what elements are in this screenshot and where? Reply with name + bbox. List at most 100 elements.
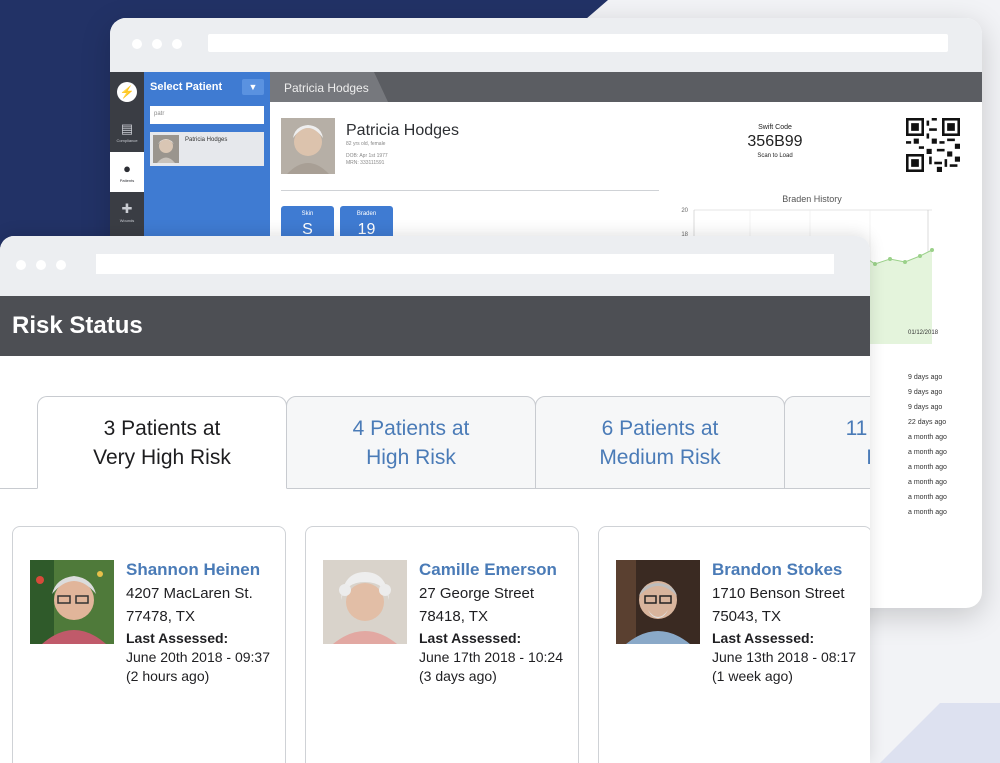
window-dot[interactable] — [56, 260, 66, 270]
tab-medium-risk[interactable]: 6 Patients at Medium Risk — [535, 396, 785, 489]
skin-chip-label: Skin — [301, 211, 314, 217]
patient-info: Brandon Stokes 1710 Benson Street 75043,… — [712, 558, 856, 686]
last-assessed-ago: (2 hours ago) — [126, 668, 210, 684]
braden-chart-title: Braden History — [782, 194, 842, 204]
patient-photo — [616, 560, 700, 644]
patient-photo — [30, 560, 114, 644]
patient-mrn: MRN: 333111591 — [346, 160, 385, 166]
patient-name-link[interactable]: Camille Emerson — [419, 558, 563, 582]
swift-code-label: Swift Code — [758, 124, 792, 131]
last-assessed-ago: (3 days ago) — [419, 668, 497, 684]
window-dot[interactable] — [16, 260, 26, 270]
patient-info: Shannon Heinen 4207 MacLaren St. 77478, … — [126, 558, 270, 686]
time-ago-item: 9 days ago — [908, 389, 943, 396]
window-controls — [132, 39, 182, 49]
avatar — [153, 135, 179, 163]
tab-label-line1: 4 Patients at — [352, 416, 470, 440]
last-assessed-label: Last Assessed: — [419, 630, 522, 646]
patient-street: 4207 MacLaren St. — [126, 585, 253, 602]
patient-search-input[interactable]: patr — [150, 106, 264, 124]
tab-patient[interactable]: Patricia Hodges — [270, 72, 388, 102]
sidebar-item-wounds[interactable]: ✚ Wounds — [110, 192, 144, 232]
tab-label-line2: Low Risk — [846, 443, 870, 472]
last-assessed-date: June 20th 2018 - 09:37 — [126, 649, 271, 665]
sidebar-item-label: Wounds — [119, 217, 135, 223]
patient-name-link[interactable]: Shannon Heinen — [126, 558, 270, 582]
last-assessed-label: Last Assessed: — [712, 630, 815, 646]
time-ago-item: a month ago — [908, 509, 947, 516]
braden-point — [873, 262, 877, 266]
braden-chip-label: Braden — [356, 211, 377, 217]
time-ago-item: a month ago — [908, 434, 947, 441]
patient-name-link[interactable]: Brandon Stokes — [712, 558, 856, 582]
time-ago-item: a month ago — [908, 479, 947, 486]
tab-low-risk[interactable]: 11 Patients at Low Risk — [784, 396, 870, 489]
window-dot[interactable] — [152, 39, 162, 49]
patient-city: 75043, TX — [712, 608, 781, 625]
time-ago-item: 9 days ago — [908, 374, 943, 381]
sidebar-item-patients[interactable]: ● Patients — [110, 152, 144, 192]
tab-label-line2: Medium Risk — [599, 445, 721, 469]
filter-icon[interactable]: ▼ — [242, 79, 264, 95]
swift-code-block: Swift Code 356B99 Scan to Load — [710, 124, 840, 159]
tab-label-line1: 6 Patients at — [601, 416, 719, 440]
divider — [281, 190, 659, 191]
patient-details: 82 yrs old, female DOB: Apr 1st 1977 MRN… — [346, 141, 388, 167]
patients-icon: ● — [123, 160, 131, 176]
tab-high-risk[interactable]: 4 Patients at High Risk — [286, 396, 536, 489]
qr-code[interactable] — [906, 118, 960, 172]
x-axis-date: 01/12/2018 — [908, 330, 939, 336]
home-logo-button[interactable]: ⚡ — [110, 72, 144, 112]
patient-city: 78418, TX — [419, 608, 488, 625]
patient-street: 27 George Street — [419, 585, 535, 602]
tab-very-high-risk[interactable]: 3 Patients at Very High Risk — [37, 396, 287, 489]
window-dot[interactable] — [132, 39, 142, 49]
last-assessed-ago: (1 week ago) — [712, 668, 793, 684]
window-dot[interactable] — [172, 39, 182, 49]
scan-to-load-label: Scan to Load — [757, 153, 793, 159]
time-ago-item: 22 days ago — [908, 419, 947, 426]
compliance-icon: ▤ — [120, 120, 134, 136]
braden-point — [930, 248, 934, 252]
time-ago-item: a month ago — [908, 494, 947, 501]
time-ago-item: 9 days ago — [908, 404, 943, 411]
patient-name: Patricia Hodges — [346, 122, 459, 139]
patient-info: Camille Emerson 27 George Street 78418, … — [419, 558, 563, 686]
address-bar[interactable] — [208, 34, 948, 52]
browser-chrome — [110, 18, 982, 72]
window-controls — [16, 260, 66, 270]
patient-card[interactable]: Brandon Stokes 1710 Benson Street 75043,… — [598, 526, 870, 763]
last-assessed-date: June 17th 2018 - 10:24 — [419, 649, 564, 665]
time-ago-item: a month ago — [908, 464, 947, 471]
tab-label-line2: Very High Risk — [93, 445, 231, 469]
sidebar-item-label: Compliance — [116, 137, 138, 143]
patient-photo — [281, 118, 335, 174]
sidebar-item-label: Patients — [119, 177, 135, 183]
patient-photo — [323, 560, 407, 644]
tab-label-line1: 3 Patients at — [103, 416, 221, 440]
select-patient-header: Select Patient ▼ — [144, 72, 270, 102]
risk-status-window: Risk Status 3 Patients at Very High Risk … — [0, 236, 870, 763]
risk-tabs: 3 Patients at Very High Risk 4 Patients a… — [0, 396, 870, 490]
patient-result-name: Patricia Hodges — [185, 137, 228, 143]
patient-card[interactable]: Camille Emerson 27 George Street 78418, … — [305, 526, 579, 763]
page-title: Risk Status — [0, 296, 870, 356]
window-dot[interactable] — [36, 260, 46, 270]
patient-result-item[interactable]: Patricia Hodges — [150, 132, 264, 166]
last-assessed-date: June 13th 2018 - 08:17 — [712, 649, 857, 665]
last-assessed-label: Last Assessed: — [126, 630, 229, 646]
y-tick-label: 20 — [681, 208, 688, 214]
wounds-icon: ✚ — [121, 200, 133, 216]
patient-name-bar: Patricia Hodges — [270, 72, 982, 102]
address-bar[interactable] — [96, 254, 834, 274]
patient-card[interactable]: Shannon Heinen 4207 MacLaren St. 77478, … — [12, 526, 286, 763]
tab-label-line2: High Risk — [366, 445, 456, 469]
sidebar-item-compliance[interactable]: ▤ Compliance — [110, 112, 144, 152]
tab-label-line1: 11 Patients at — [845, 416, 870, 440]
patient-city: 77478, TX — [126, 608, 195, 625]
patient-dob: DOB: Apr 1st 1977 — [346, 153, 388, 159]
braden-point — [918, 254, 922, 258]
background-lavender-shape — [880, 703, 1000, 763]
select-patient-title: Select Patient — [150, 81, 223, 93]
browser-chrome — [0, 236, 870, 296]
